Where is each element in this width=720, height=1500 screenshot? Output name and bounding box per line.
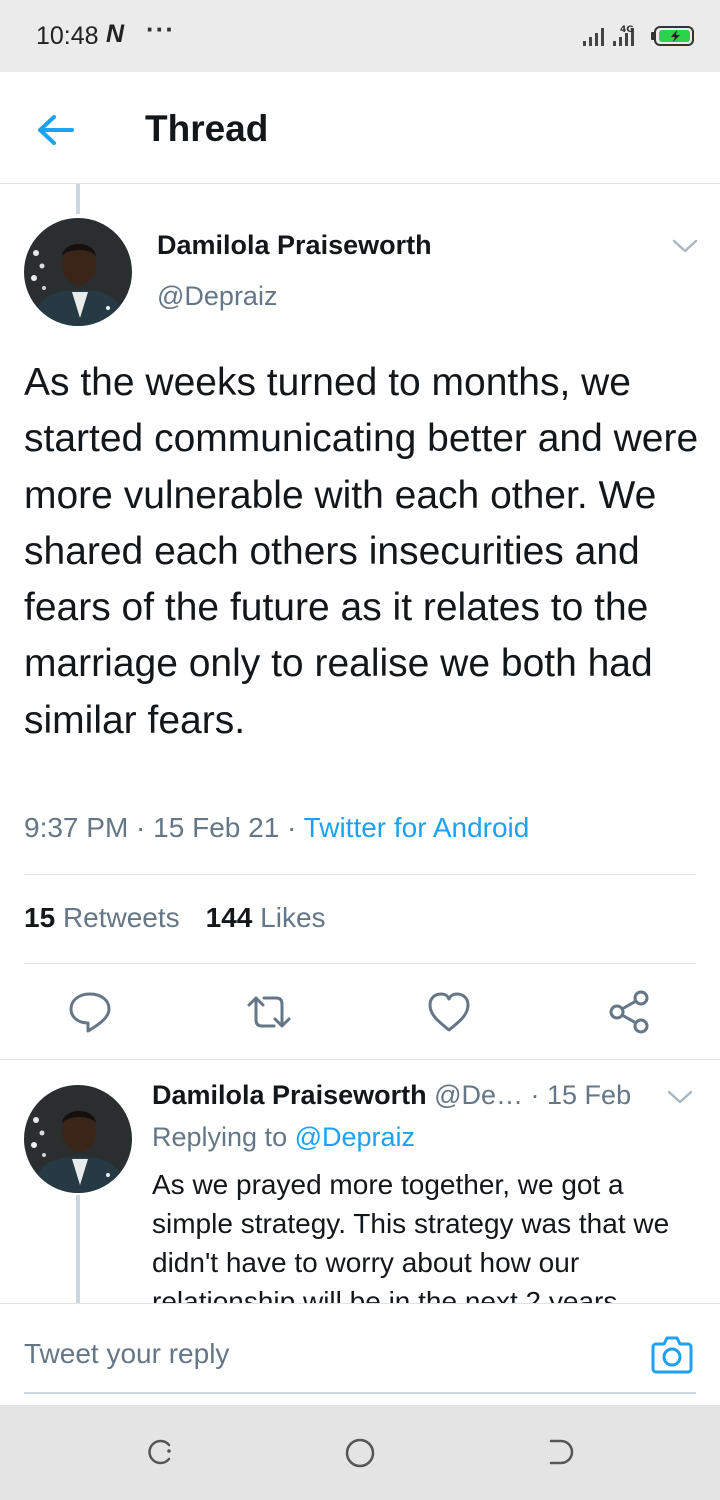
signal-icon: 4G (583, 25, 634, 46)
author-name[interactable]: Damilola Praiseworth (157, 230, 432, 261)
meta-separator: · (128, 812, 154, 843)
section-divider (0, 1059, 720, 1060)
recent-apps-icon[interactable] (145, 1437, 175, 1467)
back-icon[interactable] (545, 1437, 575, 1467)
reply-input[interactable]: Tweet your reply (24, 1338, 229, 1370)
tweet-date: 15 Feb 21 (153, 812, 280, 843)
divider (24, 963, 696, 964)
reply-date: · 15 Feb (523, 1080, 632, 1110)
replying-to-label: Replying to (152, 1122, 295, 1152)
likes-count: 144 (205, 902, 253, 933)
reply-icon[interactable] (65, 990, 115, 1034)
tweet-source-link[interactable]: Twitter for Android (304, 812, 530, 843)
meta-separator: · (279, 812, 304, 843)
replying-to: Replying to @Depraiz (152, 1122, 415, 1153)
battery-icon (651, 26, 694, 46)
tweet-stats: 15 Retweets 144 Likes (24, 902, 326, 934)
status-time: 10:48 (36, 22, 99, 50)
chevron-down-icon[interactable] (670, 236, 700, 256)
likes-stat[interactable]: 144 Likes (206, 902, 326, 933)
app-bar: Thread (0, 72, 720, 184)
retweets-count: 15 (24, 902, 56, 933)
reply-author-handle[interactable]: @De… (427, 1080, 523, 1110)
retweets-label: Retweets (62, 902, 180, 933)
likes-label: Likes (260, 902, 326, 933)
network-type-label: 4G (620, 25, 634, 35)
back-arrow-icon[interactable] (30, 110, 80, 150)
thread-connector-line (76, 184, 80, 214)
tweet-meta: 9:37 PM · 15 Feb 21 · Twitter for Androi… (24, 812, 529, 844)
author-handle[interactable]: @Depraiz (157, 281, 277, 312)
compose-bar: Tweet your reply (0, 1303, 720, 1405)
tweet-time: 9:37 PM (24, 812, 129, 843)
page-title: Thread (145, 108, 269, 149)
avatar[interactable] (24, 1085, 132, 1193)
retweet-icon[interactable] (244, 990, 294, 1034)
notification-icon: N (106, 20, 125, 48)
input-underline (24, 1392, 696, 1394)
share-icon[interactable] (604, 990, 654, 1034)
divider (24, 874, 696, 875)
more-notifications-icon: ··· (146, 14, 175, 44)
status-bar: 10:48 N ··· 4G (0, 0, 720, 72)
tweet-text: As the weeks turned to months, we starte… (24, 361, 699, 742)
chevron-down-icon[interactable] (665, 1087, 695, 1107)
reply-author-name[interactable]: Damilola Praiseworth (152, 1080, 427, 1110)
heart-icon[interactable] (424, 990, 474, 1034)
replying-to-mention[interactable]: @Depraiz (295, 1122, 415, 1152)
reply-text[interactable]: As we prayed more together, we got a sim… (152, 1165, 692, 1303)
avatar[interactable] (24, 218, 132, 326)
home-icon[interactable] (344, 1437, 376, 1469)
retweets-stat[interactable]: 15 Retweets (24, 902, 180, 933)
thread-connector-line (76, 1195, 80, 1305)
reply-header: Damilola Praiseworth @De… · 15 Feb (152, 1080, 631, 1111)
camera-icon[interactable] (650, 1332, 694, 1376)
navigation-bar (0, 1405, 720, 1500)
